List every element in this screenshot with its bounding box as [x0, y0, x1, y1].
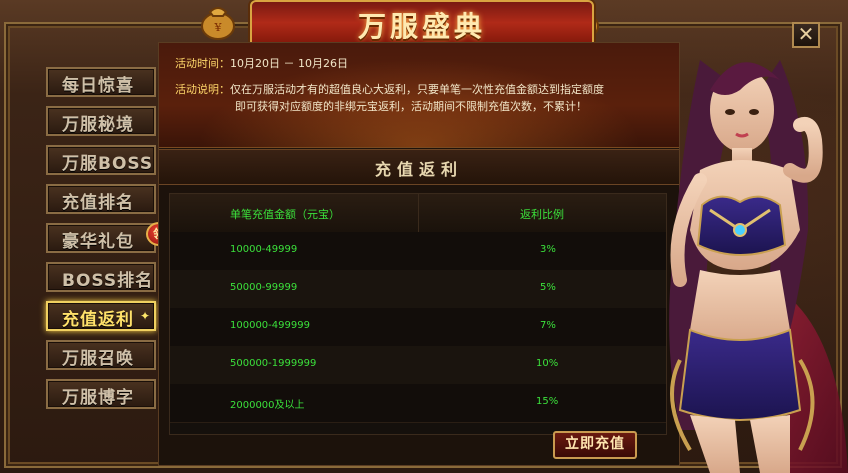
header-amount: 单笔充值金额（元宝） — [230, 208, 340, 221]
sidebar-item-label: BOSS排名 — [62, 271, 154, 291]
cell-amount: 100000-499999 — [230, 320, 310, 331]
event-desc: 活动说明：仅在万服活动才有的超值良心大返利，只要单笔一次性充值金额达到指定额度 — [175, 81, 604, 97]
sidebar-item-label: 每日惊喜 — [62, 76, 134, 96]
table-row: 50000-99999 5% — [170, 270, 666, 309]
cell-ratio: 5% — [540, 282, 556, 293]
cell-amount: 500000-1999999 — [230, 358, 317, 369]
table-row: 2000000及以上 15% — [170, 384, 666, 423]
sidebar-item-boss-ranking[interactable]: BOSS排名 — [46, 262, 156, 292]
sidebar-item-label: 万服博字 — [62, 388, 134, 408]
cell-amount: 2000000及以上 — [230, 400, 305, 411]
sidebar-item-boss[interactable]: 万服BOSS — [46, 145, 156, 175]
sidebar-item-label: 充值返利 — [62, 310, 134, 330]
table-row: 10000-49999 3% — [170, 232, 666, 271]
header-ratio: 返利比例 — [520, 208, 564, 221]
sidebar-item-label: 万服BOSS — [62, 154, 154, 174]
table-row: 100000-499999 7% — [170, 308, 666, 347]
event-time-label: 活动时间： — [175, 57, 230, 70]
cell-amount: 10000-49999 — [230, 244, 298, 255]
cell-ratio: 15% — [536, 396, 559, 407]
sidebar-item-recharge-ranking[interactable]: 充值排名 — [46, 184, 156, 214]
cell-amount: 50000-99999 — [230, 282, 298, 293]
table-header: 单笔充值金额（元宝） 返利比例 — [170, 194, 666, 233]
sidebar-item-label: 万服召唤 — [62, 349, 134, 369]
section-title: 充值返利 — [374, 160, 463, 179]
recharge-now-button[interactable]: 立即充值 — [553, 431, 637, 459]
table-row: 500000-1999999 10% — [170, 346, 666, 385]
character-portrait — [669, 60, 848, 473]
sidebar-item-label: 万服秘境 — [62, 115, 134, 135]
event-time-value: 10月20日 － 10月26日 — [230, 57, 348, 70]
money-bag-icon: ¥ — [201, 7, 235, 40]
cell-ratio: 7% — [540, 320, 556, 331]
sidebar-item-daily-surprise[interactable]: 每日惊喜 — [46, 67, 156, 97]
main-panel: 活动时间：10月20日 － 10月26日 活动说明：仅在万服活动才有的超值良心大… — [158, 42, 680, 466]
section-header: 充值返利 — [159, 149, 679, 185]
sidebar-item-summon[interactable]: 万服召唤 — [46, 340, 156, 370]
svg-text:¥: ¥ — [214, 21, 223, 34]
event-desc-line2: 即可获得对应额度的非绑元宝返利，活动期间不限制充值次数，不累计！ — [235, 100, 587, 113]
event-desc-label: 活动说明： — [175, 83, 230, 96]
event-desc-line1: 仅在万服活动才有的超值良心大返利，只要单笔一次性充值金额达到指定额度 — [230, 83, 604, 96]
sidebar-item-label: 豪华礼包 — [62, 232, 134, 252]
table-body: 10000-49999 3% 50000-99999 5% 100000-499… — [170, 232, 666, 434]
event-info: 活动时间：10月20日 － 10月26日 活动说明：仅在万服活动才有的超值良心大… — [159, 43, 679, 148]
page-title: 万服盛典 — [357, 10, 486, 43]
sidebar-item-word-collect[interactable]: 万服博字 — [46, 379, 156, 409]
header-divider — [418, 194, 419, 232]
sidebar-item-luxury-pack[interactable]: 豪华礼包 — [46, 223, 156, 253]
cell-ratio: 10% — [536, 358, 559, 369]
sidebar-item-recharge-rebate[interactable]: 充值返利 ✦ — [46, 301, 156, 331]
event-time: 活动时间：10月20日 － 10月26日 — [175, 55, 348, 71]
sparkle-icon: ✦ — [139, 309, 150, 323]
sidebar-item-secret-realm[interactable]: 万服秘境 — [46, 106, 156, 136]
cell-ratio: 3% — [540, 244, 556, 255]
sidebar-item-label: 充值排名 — [62, 193, 134, 213]
rebate-table: 单笔充值金额（元宝） 返利比例 10000-49999 3% 50000-999… — [169, 193, 667, 435]
